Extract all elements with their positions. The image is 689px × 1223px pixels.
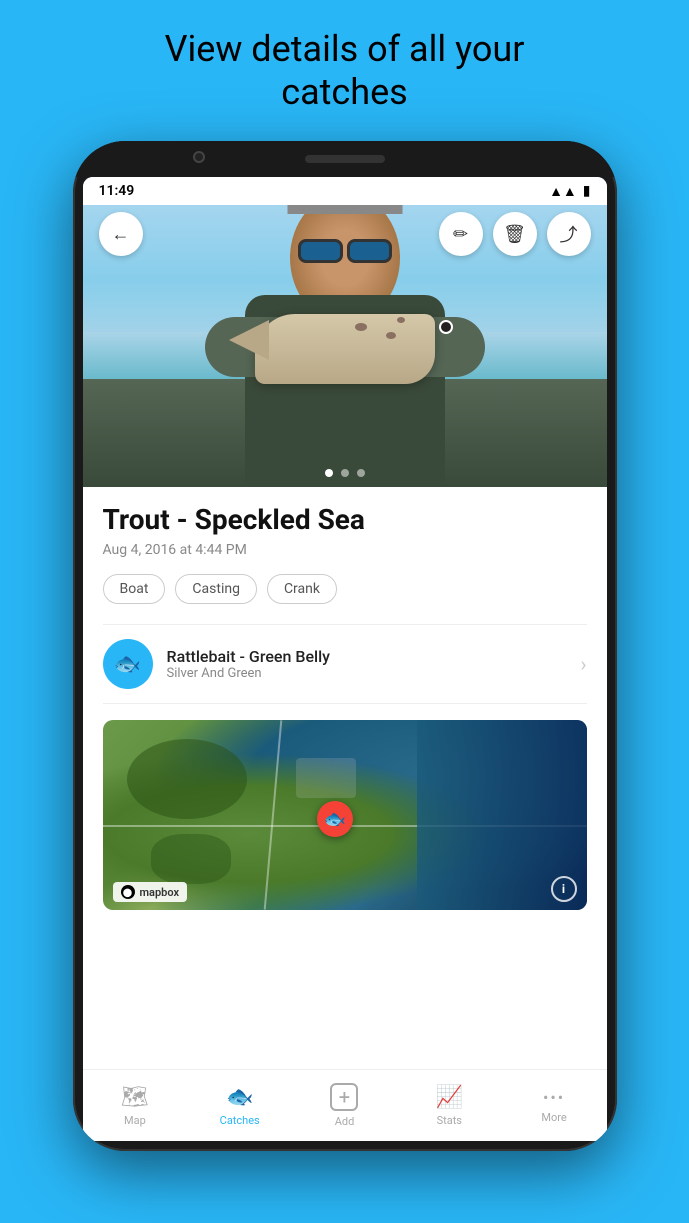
status-time: 11:49 <box>99 183 135 199</box>
tag-casting: Casting <box>175 574 257 604</box>
photo-dot-3 <box>357 469 365 477</box>
lure-info: Rattlebait - Green Belly Silver And Gree… <box>167 647 331 681</box>
content-area: Trout - Speckled Sea Aug 4, 2016 at 4:44… <box>83 487 607 1069</box>
tag-boat: Boat <box>103 574 166 604</box>
stats-nav-icon: 📈 <box>436 1085 463 1110</box>
share-icon: ⤴ <box>560 221 578 247</box>
map-road-vertical <box>264 721 283 910</box>
more-nav-icon: ••• <box>543 1088 565 1107</box>
tags-row: Boat Casting Crank <box>103 574 587 604</box>
add-nav-label: Add <box>335 1115 355 1128</box>
nav-item-catches[interactable]: 🐟 Catches <box>187 1085 292 1127</box>
page-title: View details of all your catches <box>125 0 565 136</box>
delete-button[interactable]: 🗑 <box>493 212 537 256</box>
lure-icon: 🐟 <box>103 639 153 689</box>
phone-speaker <box>305 155 385 163</box>
signal-icon: ▲▲ <box>549 183 577 200</box>
photo-dot-2 <box>341 469 349 477</box>
catches-nav-label: Catches <box>220 1114 260 1127</box>
mapbox-logo: ⬤ mapbox <box>113 882 188 902</box>
phone-top-bar <box>73 141 617 177</box>
lure-color: Silver And Green <box>167 666 331 681</box>
share-button[interactable]: ⤴ <box>547 212 591 256</box>
bottom-nav: 🗺 Map 🐟 Catches + Add 📈 Stats ••• M <box>83 1069 607 1141</box>
photo-dot-1 <box>325 469 333 477</box>
action-bar: ← ✏ 🗑 ⤴ <box>83 205 607 263</box>
battery-icon: ▮ <box>583 183 591 199</box>
edit-button[interactable]: ✏ <box>439 212 483 256</box>
back-icon: ← <box>112 224 130 245</box>
tag-crank: Crank <box>267 574 337 604</box>
status-icons: ▲▲ ▮ <box>549 183 590 200</box>
nav-item-stats[interactable]: 📈 Stats <box>397 1085 502 1127</box>
photo-dots <box>325 469 365 477</box>
lure-row[interactable]: 🐟 Rattlebait - Green Belly Silver And Gr… <box>103 624 587 704</box>
lure-name: Rattlebait - Green Belly <box>167 647 331 666</box>
delete-icon: 🗑 <box>503 224 526 245</box>
add-nav-icon: + <box>330 1083 358 1111</box>
back-button[interactable]: ← <box>99 212 143 256</box>
map-container[interactable]: 🐟 ⬤ mapbox i <box>103 720 587 910</box>
catches-nav-icon: 🐟 <box>226 1085 253 1110</box>
status-bar: 11:49 ▲▲ ▮ <box>83 177 607 205</box>
mapbox-icon: ⬤ <box>121 885 135 899</box>
nav-item-map[interactable]: 🗺 Map <box>83 1085 188 1127</box>
map-nav-icon: 🗺 <box>121 1085 149 1110</box>
phone-screen: 11:49 ▲▲ ▮ <box>83 177 607 1141</box>
action-buttons-right: ✏ 🗑 ⤴ <box>439 212 591 256</box>
phone-camera <box>193 151 205 163</box>
map-pin: 🐟 <box>317 801 353 837</box>
phone-body: 11:49 ▲▲ ▮ <box>73 141 617 1151</box>
fish-species: Trout - Speckled Sea <box>103 503 587 536</box>
lure-left: 🐟 Rattlebait - Green Belly Silver And Gr… <box>103 639 331 689</box>
catch-date: Aug 4, 2016 at 4:44 PM <box>103 542 587 558</box>
nav-item-more[interactable]: ••• More <box>502 1088 607 1124</box>
phone-mockup: 11:49 ▲▲ ▮ <box>65 136 625 1156</box>
map-info-button[interactable]: i <box>551 876 577 902</box>
nav-item-add[interactable]: + Add <box>292 1083 397 1128</box>
map-nav-label: Map <box>124 1114 146 1127</box>
catch-photo: ← ✏ 🗑 ⤴ <box>83 177 607 487</box>
more-nav-label: More <box>541 1111 566 1124</box>
edit-icon: ✏ <box>453 224 468 245</box>
chevron-right-icon: › <box>580 652 586 676</box>
stats-nav-label: Stats <box>437 1114 462 1127</box>
